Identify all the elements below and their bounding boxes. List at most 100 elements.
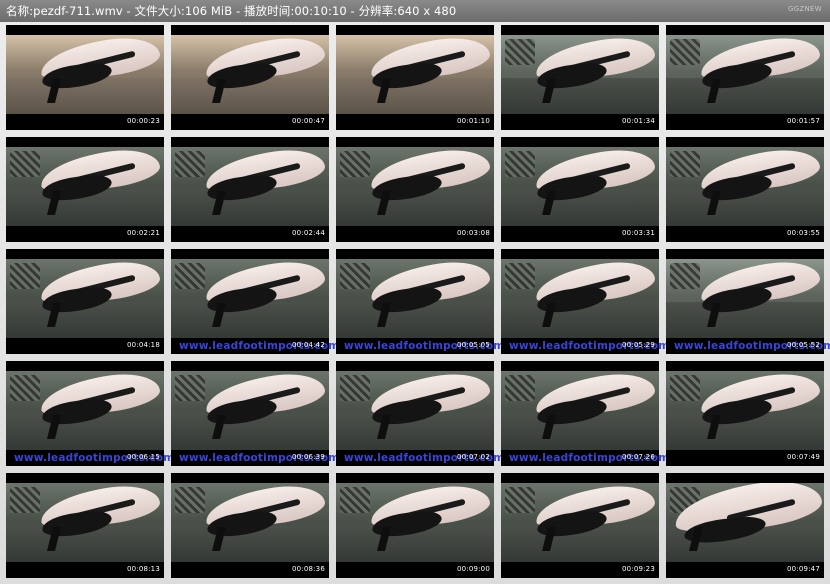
video-frame-image <box>666 35 824 114</box>
frame-pedal-shape <box>670 263 700 289</box>
video-frame-image <box>501 259 659 338</box>
frame-timestamp: 00:07:26 <box>621 453 655 461</box>
frame-pedal-shape <box>670 151 700 177</box>
thumbnail-frame[interactable]: 00:01:57 <box>666 25 824 130</box>
frame-timestamp: 00:05:29 <box>621 341 655 349</box>
contact-sheet: 名称:pezdf-711.wmv - 文件大小:106 MiB - 播放时间:0… <box>0 0 830 584</box>
thumbnail-frame[interactable]: 00:08:36 <box>171 473 329 578</box>
video-frame-image <box>171 35 329 114</box>
frame-timestamp: 00:05:05 <box>456 341 490 349</box>
thumbnail-frame[interactable]: 00:08:13 <box>6 473 164 578</box>
frame-pedal-shape <box>340 263 370 289</box>
video-frame-image <box>6 259 164 338</box>
frame-pedal-shape <box>670 375 700 401</box>
frame-timestamp: 00:03:55 <box>786 229 820 237</box>
frame-pedal-shape <box>505 375 535 401</box>
frame-pedal-shape <box>340 375 370 401</box>
frame-pedal-shape <box>10 375 40 401</box>
frame-pedal-shape <box>10 263 40 289</box>
frame-pedal-shape <box>175 151 205 177</box>
thumbnail-frame[interactable]: 00:04:18 <box>6 249 164 354</box>
thumbnail-frame[interactable]: www.leadfootimports.com 00:07:02 <box>336 361 504 466</box>
video-frame-image <box>666 371 824 450</box>
frame-timestamp: 00:00:23 <box>126 117 160 125</box>
frame-timestamp: 00:07:02 <box>456 453 490 461</box>
video-frame-image <box>171 483 329 562</box>
video-frame-image <box>501 483 659 562</box>
frame-timestamp: 00:00:47 <box>291 117 325 125</box>
frame-timestamp: 00:08:13 <box>126 565 160 573</box>
video-frame-image <box>666 483 824 562</box>
thumbnail-frame[interactable]: 00:00:47 <box>171 25 329 130</box>
frame-timestamp: 00:09:23 <box>621 565 655 573</box>
video-frame-image <box>6 147 164 226</box>
file-info-title: 名称:pezdf-711.wmv - 文件大小:106 MiB - 播放时间:0… <box>6 4 457 18</box>
video-frame-image <box>6 371 164 450</box>
thumbnail-grid: 00:00:23 00:00:47 00:01:10 00:01:34 00:01:57… <box>6 25 830 578</box>
video-frame-image <box>171 147 329 226</box>
thumbnail-frame[interactable]: www.leadfootimports.com 00:05:29 <box>501 249 669 354</box>
thumbnail-frame[interactable]: 00:02:44 <box>171 137 329 242</box>
video-frame-image <box>336 35 494 114</box>
thumbnail-frame[interactable]: 00:01:10 <box>336 25 494 130</box>
frame-timestamp: 00:01:57 <box>786 117 820 125</box>
video-frame-image <box>336 371 494 450</box>
video-frame-image <box>501 371 659 450</box>
frame-timestamp: 00:05:52 <box>786 341 820 349</box>
frame-pedal-shape <box>505 39 535 65</box>
frame-timestamp: 00:09:00 <box>456 565 490 573</box>
frame-pedal-shape <box>340 151 370 177</box>
thumbnail-frame[interactable]: 00:02:21 <box>6 137 164 242</box>
video-frame-image <box>336 483 494 562</box>
thumbnail-frame[interactable]: www.leadfootimports.com 00:07:26 <box>501 361 669 466</box>
thumbnail-frame[interactable]: 00:03:08 <box>336 137 494 242</box>
video-frame-image <box>6 35 164 114</box>
frame-timestamp: 00:04:18 <box>126 341 160 349</box>
frame-pedal-shape <box>175 375 205 401</box>
thumbnail-frame[interactable]: 00:01:34 <box>501 25 659 130</box>
frame-timestamp: 00:09:47 <box>786 565 820 573</box>
frame-timestamp: 00:03:31 <box>621 229 655 237</box>
video-frame-image <box>501 147 659 226</box>
frame-timestamp: 00:02:44 <box>291 229 325 237</box>
frame-timestamp: 00:06:15 <box>126 453 160 461</box>
video-frame-image <box>336 147 494 226</box>
video-frame-image <box>6 483 164 562</box>
frame-timestamp: 00:02:21 <box>126 229 160 237</box>
frame-timestamp: 00:04:42 <box>291 341 325 349</box>
frame-pedal-shape <box>175 487 205 513</box>
header-logo-mark: GGZNEW <box>787 5 822 13</box>
frame-pedal-shape <box>175 263 205 289</box>
thumbnail-frame[interactable]: 00:03:31 <box>501 137 659 242</box>
video-frame-image <box>171 259 329 338</box>
frame-timestamp: 00:03:08 <box>456 229 490 237</box>
frame-pedal-shape <box>10 151 40 177</box>
video-frame-image <box>336 259 494 338</box>
frame-timestamp: 00:07:49 <box>786 453 820 461</box>
video-frame-image <box>171 371 329 450</box>
thumbnail-frame[interactable]: 00:09:47 <box>666 473 824 578</box>
frame-pedal-shape <box>10 487 40 513</box>
video-frame-image <box>666 259 824 338</box>
frame-pedal-shape <box>670 39 700 65</box>
thumbnail-frame[interactable]: 00:00:23 <box>6 25 164 130</box>
thumbnail-frame[interactable]: 00:03:55 <box>666 137 824 242</box>
thumbnail-frame[interactable]: www.leadfootimports.com 00:06:39 <box>171 361 339 466</box>
thumbnail-frame[interactable]: www.leadfootimports.com 00:04:42 <box>171 249 339 354</box>
frame-timestamp: 00:06:39 <box>291 453 325 461</box>
frame-timestamp: 00:01:10 <box>456 117 490 125</box>
frame-timestamp: 00:01:34 <box>621 117 655 125</box>
frame-pedal-shape <box>505 487 535 513</box>
thumbnail-frame[interactable]: www.leadfootimports.com 00:05:52 <box>666 249 830 354</box>
thumbnail-frame[interactable]: 00:07:49 <box>666 361 824 466</box>
thumbnail-frame[interactable]: www.leadfootimports.com 00:05:05 <box>336 249 504 354</box>
frame-pedal-shape <box>505 263 535 289</box>
thumbnail-frame[interactable]: 00:09:23 <box>501 473 659 578</box>
video-frame-image <box>501 35 659 114</box>
thumbnail-frame[interactable]: www.leadfootimports.com 00:06:15 <box>6 361 174 466</box>
thumbnail-frame[interactable]: 00:09:00 <box>336 473 494 578</box>
frame-timestamp: 00:08:36 <box>291 565 325 573</box>
video-frame-image <box>666 147 824 226</box>
frame-pedal-shape <box>340 487 370 513</box>
info-header: 名称:pezdf-711.wmv - 文件大小:106 MiB - 播放时间:0… <box>0 0 830 22</box>
